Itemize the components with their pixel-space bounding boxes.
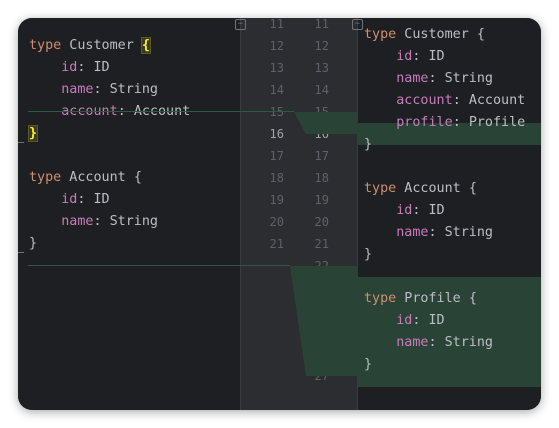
diff-connector: [28, 111, 358, 376]
diff-connector-band: [290, 266, 358, 376]
diff-connector-band: [294, 112, 358, 134]
diff-viewer: type Customer { id: ID name: String acco…: [18, 18, 541, 410]
fold-collapse-icon[interactable]: −: [352, 19, 363, 30]
fold-collapse-icon[interactable]: −: [235, 19, 246, 30]
